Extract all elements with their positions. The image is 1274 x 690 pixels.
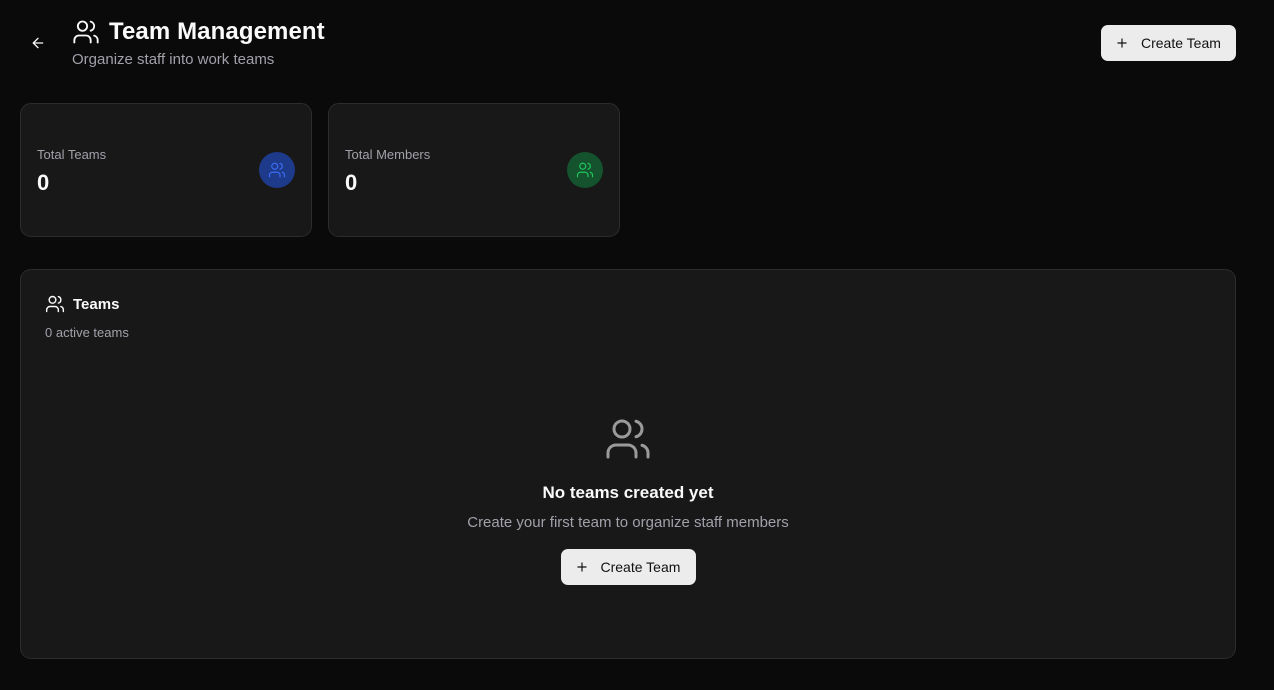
stat-label: Total Members [345,147,431,162]
create-team-empty-button-label: Create Team [600,559,681,575]
stat-icon-badge [567,152,603,188]
empty-state-description: Create your first team to organize staff… [467,514,789,531]
stat-value: 0 [345,170,358,195]
users-icon [73,20,99,44]
empty-state: No teams created yet Create your first t… [21,415,1235,585]
teams-panel: Teams 0 active teams No teams created ye… [20,269,1236,659]
plus-icon [1117,38,1127,48]
plus-icon [576,562,587,572]
stat-value: 0 [37,170,50,195]
users-icon [576,162,594,178]
stat-card-total-teams: Total Teams 0 [20,103,312,237]
create-team-button-label: Create Team [1141,35,1221,51]
page-title: Team Management [109,18,325,45]
stat-label: Total Teams [37,147,107,162]
page-header: Team Management [72,18,325,46]
page-subtitle: Organize staff into work teams [72,51,275,68]
teams-panel-subtitle: 0 active teams [45,325,129,340]
users-icon [268,162,286,178]
arrow-left-icon [32,37,44,49]
create-team-empty-button[interactable]: Create Team [560,549,696,585]
empty-state-title: No teams created yet [542,483,714,502]
stat-icon-badge [259,152,295,188]
teams-panel-header: Teams [45,294,119,314]
teams-panel-title: Teams [73,295,120,313]
create-team-button[interactable]: Create Team [1101,25,1236,61]
team-management-page: Team Management Organize staff into work… [0,0,1274,690]
users-icon [606,419,650,459]
back-button[interactable] [26,31,50,55]
users-icon [45,295,65,313]
stat-card-total-members: Total Members 0 [328,103,620,237]
